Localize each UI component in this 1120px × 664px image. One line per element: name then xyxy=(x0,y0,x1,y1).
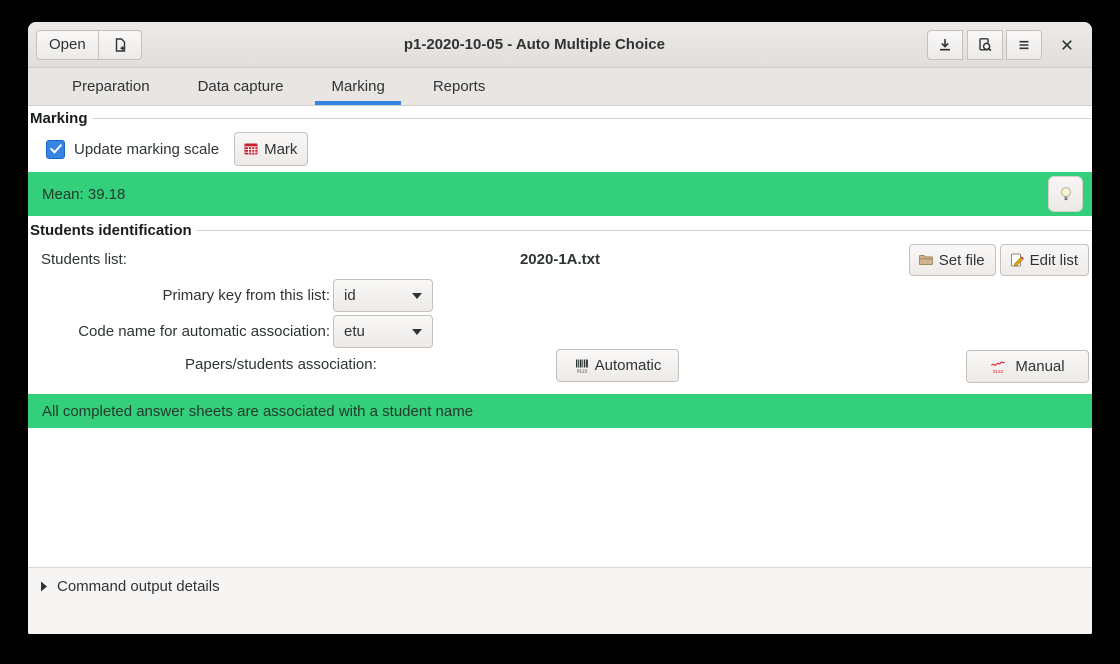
edit-document-icon xyxy=(1009,252,1025,268)
code-name-dropdown[interactable]: etu xyxy=(333,315,433,348)
checkmark-icon xyxy=(50,144,62,154)
tab-preparation[interactable]: Preparation xyxy=(56,68,166,105)
mark-button-label: Mark xyxy=(264,141,297,158)
download-icon xyxy=(937,37,953,53)
close-button[interactable] xyxy=(1050,30,1084,60)
marking-section-header: Marking xyxy=(30,110,1092,127)
update-scale-row: Update marking scale Mark xyxy=(46,131,308,167)
section-rule xyxy=(92,118,1092,119)
chevron-down-icon xyxy=(412,293,422,299)
barcode-icon: 0123 xyxy=(574,358,590,374)
triangle-right-icon xyxy=(40,581,48,592)
association-status-text: All completed answer sheets are associat… xyxy=(42,403,473,420)
svg-text:0123: 0123 xyxy=(577,368,588,373)
mean-status-bar: Mean: 39.18 xyxy=(28,172,1092,216)
primary-key-selected-value: id xyxy=(344,287,356,304)
primary-key-label: Primary key from this list: xyxy=(28,287,330,304)
command-output-expander[interactable]: Command output details xyxy=(28,568,1092,595)
mean-hint-button[interactable] xyxy=(1048,176,1083,212)
document-preview-icon xyxy=(977,37,993,53)
header-action-group xyxy=(927,30,1042,60)
mark-button[interactable]: Mark xyxy=(234,132,308,166)
footer-panel: Command output details xyxy=(28,568,1092,634)
app-window: Open p1-2020-10-05 - Auto Multiple Choic… xyxy=(28,22,1092,634)
students-list-buttons: Set file Edit list xyxy=(909,244,1089,276)
students-list-row: Students list: 2020-1A.txt Set file xyxy=(28,244,1092,278)
menu-button[interactable] xyxy=(1006,30,1042,60)
association-label: Papers/students association: xyxy=(185,356,377,373)
new-document-button[interactable] xyxy=(98,30,142,60)
menu-icon xyxy=(1016,37,1032,53)
header-bar: Open p1-2020-10-05 - Auto Multiple Choic… xyxy=(28,22,1092,68)
svg-text:0123: 0123 xyxy=(993,368,1004,373)
tab-reports-label: Reports xyxy=(433,78,486,95)
update-scale-label: Update marking scale xyxy=(74,141,219,158)
students-section-title: Students identification xyxy=(30,222,192,239)
code-name-selected-value: etu xyxy=(344,323,365,340)
code-name-label: Code name for automatic association: xyxy=(28,323,330,340)
window-title: p1-2020-10-05 - Auto Multiple Choice xyxy=(142,36,927,53)
edit-list-button[interactable]: Edit list xyxy=(1000,244,1089,276)
set-file-button-label: Set file xyxy=(939,252,985,269)
tab-marking[interactable]: Marking xyxy=(315,68,400,105)
tab-preparation-label: Preparation xyxy=(72,78,150,95)
folder-icon xyxy=(918,252,934,268)
export-button[interactable] xyxy=(927,30,963,60)
new-document-icon xyxy=(112,37,128,53)
primary-key-dropdown[interactable]: id xyxy=(333,279,433,312)
results-list-area[interactable] xyxy=(28,428,1092,568)
open-button[interactable]: Open xyxy=(36,30,99,60)
lightbulb-icon xyxy=(1057,185,1075,203)
tab-data-capture[interactable]: Data capture xyxy=(182,68,300,105)
update-scale-checkbox[interactable] xyxy=(46,140,65,159)
tab-data-capture-label: Data capture xyxy=(198,78,284,95)
manual-button-label: Manual xyxy=(1015,358,1064,375)
association-status-bar: All completed answer sheets are associat… xyxy=(28,394,1092,428)
red-table-icon xyxy=(243,141,259,157)
manual-association-button[interactable]: 0123 Manual xyxy=(966,350,1089,383)
close-icon xyxy=(1059,37,1075,53)
tab-marking-label: Marking xyxy=(331,78,384,95)
header-left-buttons: Open xyxy=(36,30,142,60)
set-file-button[interactable]: Set file xyxy=(909,244,996,276)
chevron-down-icon xyxy=(412,329,422,335)
automatic-association-button[interactable]: 0123 Automatic xyxy=(556,349,679,382)
main-tabs: Preparation Data capture Marking Reports xyxy=(28,68,1092,106)
marking-section-title: Marking xyxy=(30,110,88,127)
header-right-buttons xyxy=(927,30,1084,60)
mean-status-text: Mean: 39.18 xyxy=(42,186,125,203)
open-button-label: Open xyxy=(49,36,86,53)
edit-list-button-label: Edit list xyxy=(1030,252,1078,269)
handwriting-icon: 0123 xyxy=(990,359,1006,375)
preview-document-button[interactable] xyxy=(967,30,1003,60)
tab-reports[interactable]: Reports xyxy=(417,68,502,105)
automatic-button-label: Automatic xyxy=(595,357,662,374)
marking-page: Marking Update marking scale Mark Mean: … xyxy=(28,106,1092,634)
students-section-header: Students identification xyxy=(30,222,1092,239)
command-output-expander-label: Command output details xyxy=(57,578,220,595)
section-rule xyxy=(196,230,1092,231)
